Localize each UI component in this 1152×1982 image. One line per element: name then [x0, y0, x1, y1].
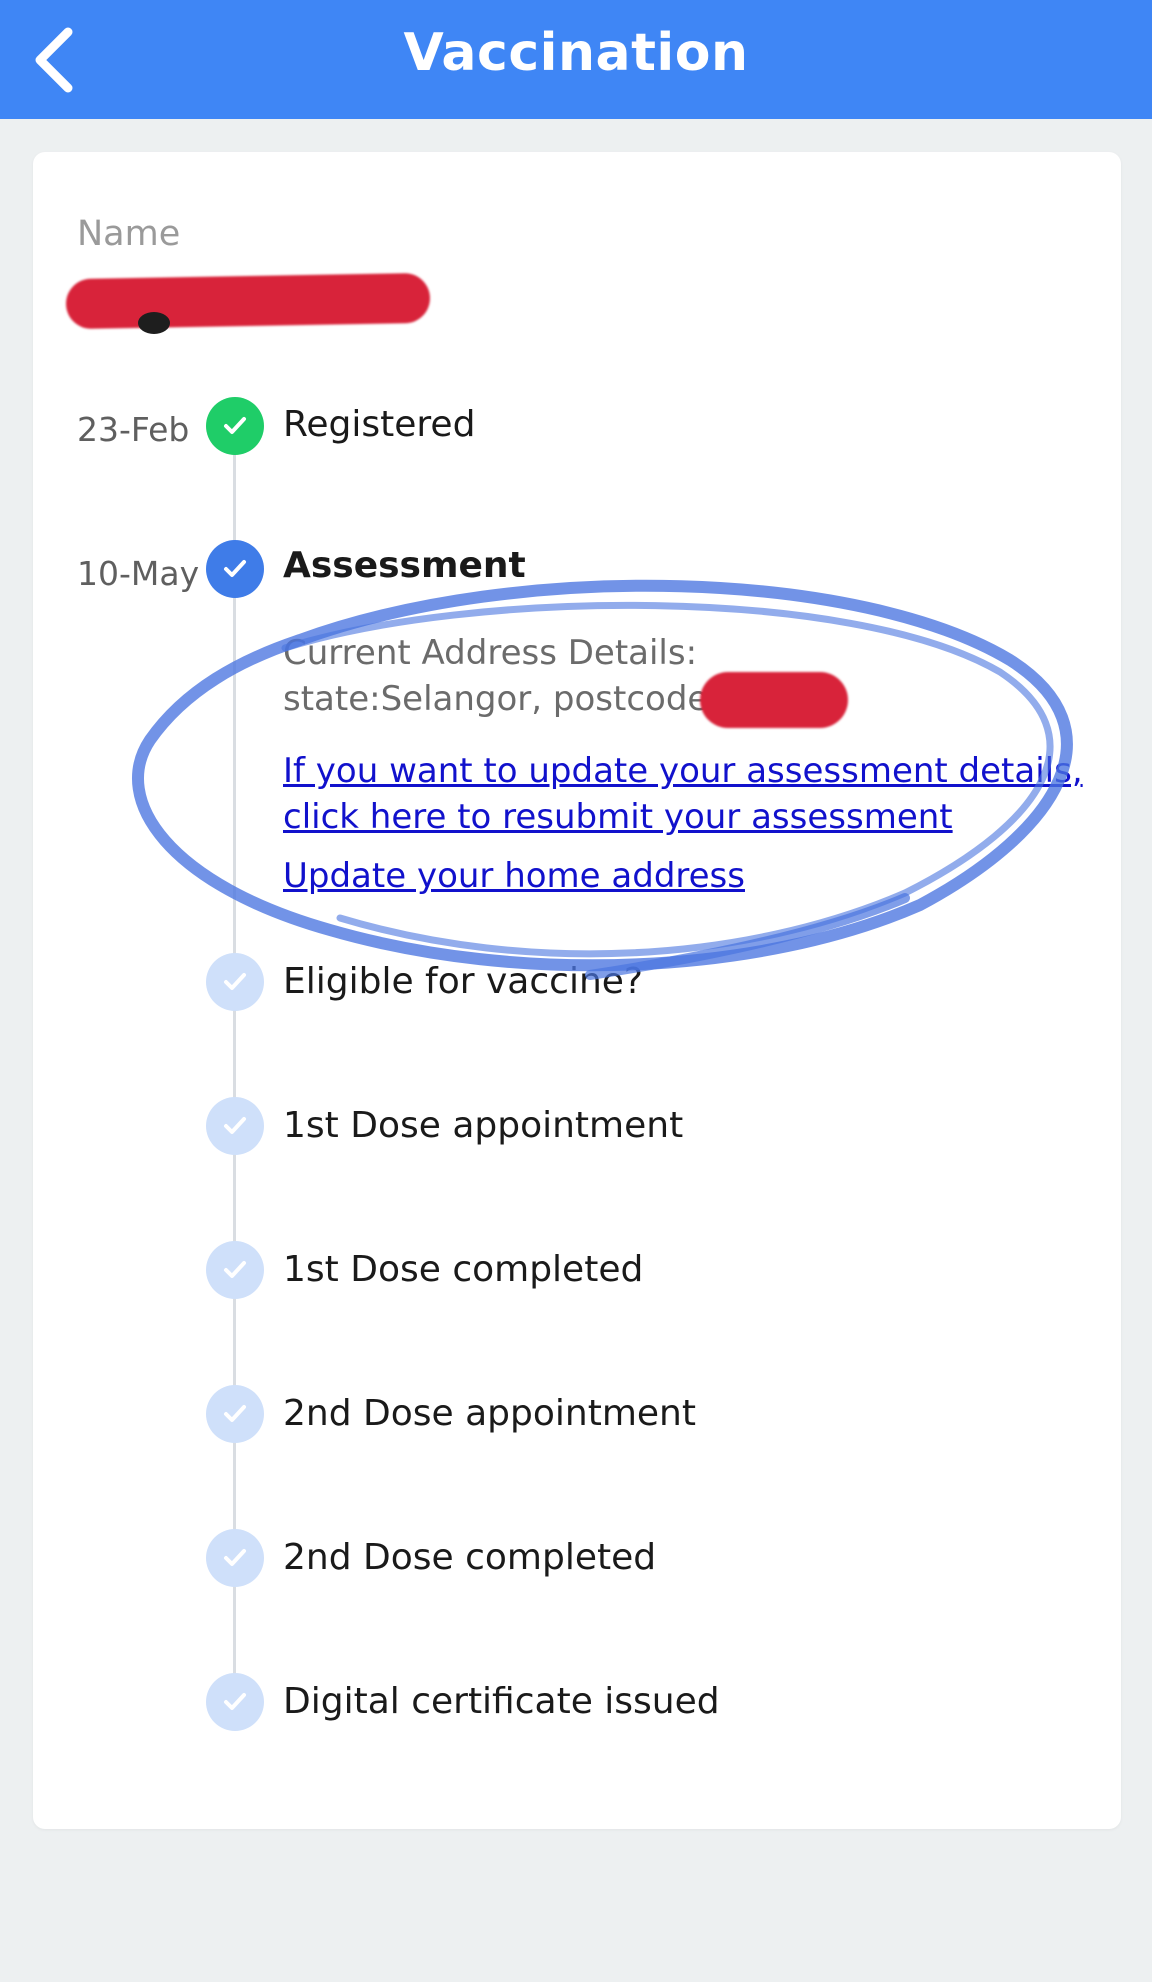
checkmark-icon — [224, 1405, 246, 1422]
checkmark-icon — [224, 560, 246, 577]
step-label-registered: Registered — [283, 404, 476, 445]
app-bar: Vaccination — [0, 0, 1152, 119]
resubmit-link-line-1[interactable]: If you want to update your assessment de… — [283, 748, 1083, 794]
step-label-first-dose-completed: 1st Dose completed — [283, 1249, 644, 1290]
checkmark-icon — [224, 1117, 246, 1134]
name-label: Name — [77, 214, 181, 254]
step-label-second-dose-completed: 2nd Dose completed — [283, 1537, 657, 1578]
checkmark-icon — [224, 417, 246, 434]
redacted-postcode — [700, 672, 848, 728]
step-icon-digital-certificate — [206, 1673, 264, 1731]
checkmark-icon — [224, 1693, 246, 1710]
step-label-digital-certificate: Digital certificate issued — [283, 1681, 720, 1722]
step-label-second-dose-appointment: 2nd Dose appointment — [283, 1393, 696, 1434]
step-icon-assessment — [206, 540, 264, 598]
checkmark-icon — [224, 973, 246, 990]
step-label-first-dose-appointment: 1st Dose appointment — [283, 1105, 684, 1146]
timeline-line — [233, 427, 236, 1705]
step-label-assessment: Assessment — [283, 545, 526, 586]
redacted-name — [65, 272, 431, 330]
update-home-address-link[interactable]: Update your home address — [283, 853, 745, 899]
checkmark-icon — [224, 1549, 246, 1566]
step-icon-eligible — [206, 953, 264, 1011]
redaction-artifact — [138, 312, 170, 334]
step-icon-second-dose-completed — [206, 1529, 264, 1587]
step-icon-registered — [206, 397, 264, 455]
address-heading: Current Address Details: — [283, 633, 698, 673]
address-line: state:Selangor, postcode — [283, 679, 709, 719]
step-icon-first-dose-completed — [206, 1241, 264, 1299]
step-icon-first-dose-appointment — [206, 1097, 264, 1155]
step-date-assessment: 10-May — [77, 554, 200, 593]
step-date-registered: 23-Feb — [77, 410, 190, 449]
resubmit-assessment-link[interactable]: If you want to update your assessment de… — [283, 748, 1083, 840]
step-icon-second-dose-appointment — [206, 1385, 264, 1443]
page-title: Vaccination — [403, 23, 749, 83]
resubmit-link-line-2[interactable]: click here to resubmit your assessment — [283, 794, 1083, 840]
step-label-eligible: Eligible for vaccine? — [283, 961, 644, 1002]
checkmark-icon — [224, 1261, 246, 1278]
